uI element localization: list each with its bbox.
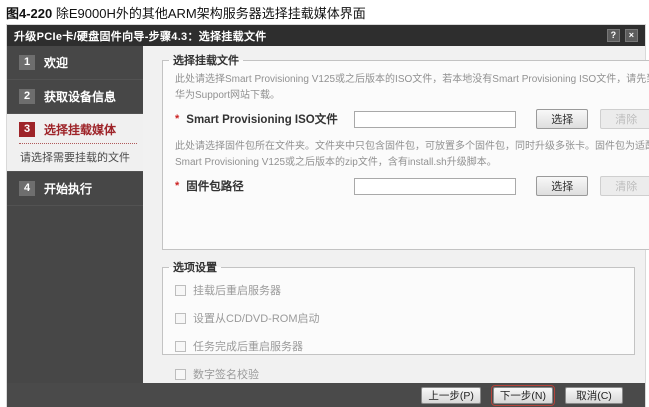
main-content: 选择挂载文件 此处请选择Smart Provisioning V125或之后版本… [143,46,645,383]
option-row-boot-from-cd: 设置从CD/DVD-ROM启动 [175,310,624,326]
select-mount-file-group: 选择挂载文件 此处请选择Smart Provisioning V125或之后版本… [162,52,649,250]
dialog-title: 升级PCIe卡/硬盘固件向导-步骤4.3：选择挂载文件 [14,28,267,44]
signature-check-label: 数字签名校验 [193,366,259,382]
close-icon[interactable]: × [625,29,638,42]
iso-file-label: Smart Provisioning ISO文件 [186,111,354,127]
sidebar-item-execute[interactable]: 4 开始执行 [7,172,143,206]
restart-after-mount-checkbox[interactable] [175,285,186,296]
restart-after-task-label: 任务完成后重启服务器 [193,338,303,354]
iso-file-field-row: * Smart Provisioning ISO文件 选择 清除 [173,109,649,129]
firmware-path-label: 固件包路径 [186,178,354,194]
step-4-label: 开始执行 [44,180,92,197]
restart-after-mount-label: 挂载后重启服务器 [193,282,281,298]
file-group-legend: 选择挂载文件 [169,52,243,68]
step-2-label: 获取设备信息 [44,88,116,105]
options-group-legend: 选项设置 [169,259,221,275]
sidebar-item-select-media-active[interactable]: 3 选择挂载媒体 请选择需要挂载的文件 [7,114,143,172]
step-3-badge: 3 [19,122,35,137]
iso-clear-button: 清除 [600,109,649,129]
step-4-badge: 4 [19,181,35,196]
figure-label: 图4-220 [6,6,52,21]
step-1-badge: 1 [19,55,35,70]
boot-from-cd-checkbox[interactable] [175,313,186,324]
options-group: 选项设置 挂载后重启服务器 设置从CD/DVD-ROM启动 任务完成后重启服务器… [162,259,635,355]
wizard-step-sidebar: 1 欢迎 2 获取设备信息 3 选择挂载媒体 请选择需要挂载的文件 4 开始执行 [7,46,143,383]
sidebar-filler [7,206,143,383]
firmware-hint-text: 此处请选择固件包所在文件夹。文件夹中只包含固件包，可放置多个固件包，同时升级多张… [175,139,649,170]
boot-from-cd-label: 设置从CD/DVD-ROM启动 [193,310,320,326]
active-step-divider [19,143,137,144]
step-3-label: 选择挂载媒体 [44,121,116,138]
iso-select-button[interactable]: 选择 [536,109,588,129]
cancel-button[interactable]: 取消(C) [565,387,623,404]
iso-file-input[interactable] [354,111,516,128]
dialog-body: 1 欢迎 2 获取设备信息 3 选择挂载媒体 请选择需要挂载的文件 4 开始执行 [7,46,645,383]
signature-check-checkbox[interactable] [175,369,186,380]
required-asterisk: * [175,180,179,192]
option-row-restart-after-mount: 挂载后重启服务器 [175,282,624,298]
option-row-restart-after-task: 任务完成后重启服务器 [175,338,624,354]
help-icon[interactable]: ? [607,29,620,42]
step-3-description: 请选择需要挂载的文件 [19,149,137,165]
step-2-badge: 2 [19,89,35,104]
upgrade-wizard-dialog: 升级PCIe卡/硬盘固件向导-步骤4.3：选择挂载文件 ? × 1 欢迎 2 获… [7,25,645,407]
firmware-path-input[interactable] [354,178,516,195]
required-asterisk: * [175,113,179,125]
firmware-clear-button: 清除 [600,176,649,196]
dialog-footer: 上一步(P) 下一步(N) 取消(C) [7,383,645,407]
figure-caption: 除E9000H外的其他ARM架构服务器选择挂载媒体界面 [52,6,365,21]
sidebar-item-device-info[interactable]: 2 获取设备信息 [7,80,143,114]
previous-step-button[interactable]: 上一步(P) [421,387,481,404]
restart-after-task-checkbox[interactable] [175,341,186,352]
figure-title: 图4-220 除E9000H外的其他ARM架构服务器选择挂载媒体界面 [6,3,366,22]
iso-hint-text: 此处请选择Smart Provisioning V125或之后版本的ISO文件，… [175,72,649,103]
step-1-label: 欢迎 [44,54,68,71]
dialog-titlebar: 升级PCIe卡/硬盘固件向导-步骤4.3：选择挂载文件 ? × [7,25,645,46]
sidebar-item-welcome[interactable]: 1 欢迎 [7,46,143,80]
option-row-signature-check: 数字签名校验 [175,366,624,382]
firmware-path-field-row: * 固件包路径 选择 清除 [173,176,649,196]
next-step-button[interactable]: 下一步(N) [493,387,553,404]
active-step-header: 3 选择挂载媒体 [19,121,137,138]
firmware-select-button[interactable]: 选择 [536,176,588,196]
